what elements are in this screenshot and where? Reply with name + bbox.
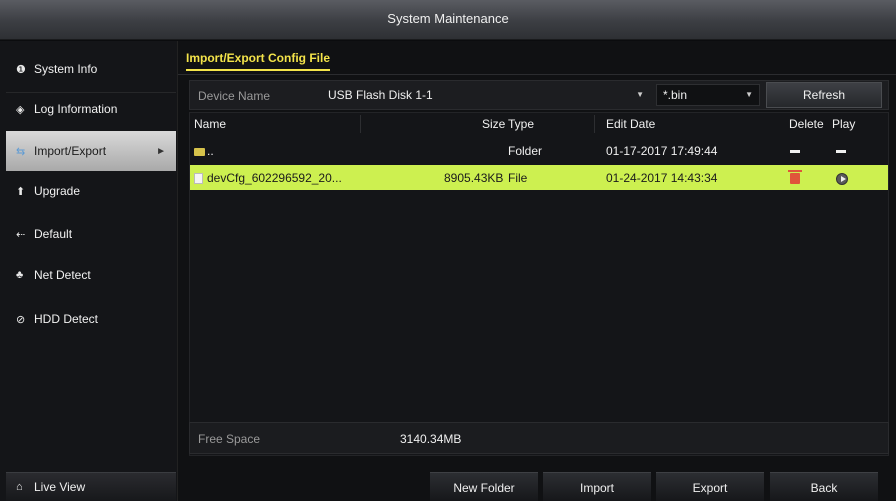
window-title: System Maintenance — [0, 0, 896, 40]
column-header-type[interactable]: Type — [508, 117, 534, 131]
table-row[interactable]: devCfg_602296592_20... 8905.43KB File 01… — [190, 165, 888, 190]
net-detect-icon: ♣ — [16, 269, 24, 281]
sidebar-item-label: HDD Detect — [34, 312, 99, 326]
delete-disabled-icon — [790, 144, 800, 158]
play-disabled-icon — [836, 144, 846, 158]
sidebar: ❶ System Info ◈ Log Information ⇆ Import… — [0, 41, 178, 501]
free-space-row: Free Space 3140.34MB — [189, 422, 889, 454]
trash-icon — [788, 170, 802, 185]
sidebar-item-label: Import/Export — [34, 144, 107, 158]
table-header: Name Size Type Edit Date Delete Play — [190, 113, 888, 135]
row-edit-date: 01-17-2017 17:49:44 — [606, 144, 718, 158]
device-name-label: Device Name — [198, 89, 271, 103]
play-icon — [836, 172, 848, 185]
file-type-value: *.bin — [663, 88, 688, 102]
device-select-value: USB Flash Disk 1-1 — [328, 88, 433, 102]
live-view-label: Live View — [34, 480, 86, 494]
divider — [178, 74, 896, 75]
file-icon — [194, 173, 203, 185]
folder-icon — [194, 147, 205, 156]
sidebar-item-label: Net Detect — [34, 268, 91, 282]
delete-button[interactable] — [788, 170, 802, 185]
free-space-value: 3140.34MB — [400, 432, 462, 446]
column-header-size[interactable]: Size — [482, 117, 505, 131]
column-header-name[interactable]: Name — [194, 117, 226, 131]
sidebar-item-label: Log Information — [34, 102, 118, 116]
table-row[interactable]: .. Folder 01-17-2017 17:49:44 — [190, 138, 888, 163]
live-view-button[interactable]: ⌂ Live View — [6, 472, 176, 501]
sidebar-item-label: Upgrade — [34, 184, 81, 198]
import-export-icon: ⇆ — [16, 145, 26, 158]
chevron-down-icon: ▼ — [636, 90, 644, 99]
tab-import-export-config[interactable]: Import/Export Config File — [186, 51, 330, 71]
chevron-down-icon: ▼ — [745, 90, 753, 99]
sidebar-item-label: System Info — [34, 62, 98, 76]
default-icon: ⇠ — [16, 228, 26, 241]
sidebar-item-upgrade[interactable]: ⬆ Upgrade — [6, 171, 176, 211]
sidebar-item-hdd-detect[interactable]: ⊘ HDD Detect — [6, 299, 176, 339]
home-icon: ⌂ — [16, 481, 23, 493]
hdd-detect-icon: ⊘ — [16, 313, 26, 326]
row-type: File — [508, 171, 528, 185]
file-table: Name Size Type Edit Date Delete Play .. … — [189, 112, 889, 456]
column-header-edit-date[interactable]: Edit Date — [606, 117, 655, 131]
import-button[interactable]: Import — [543, 472, 651, 501]
device-select[interactable]: USB Flash Disk 1-1 ▼ — [328, 84, 648, 106]
sidebar-item-system-info[interactable]: ❶ System Info — [6, 49, 176, 89]
device-row: Device Name USB Flash Disk 1-1 ▼ *.bin ▼… — [189, 80, 889, 110]
refresh-button[interactable]: Refresh — [766, 82, 882, 108]
divider — [360, 115, 361, 133]
log-icon: ◈ — [16, 103, 25, 116]
free-space-label: Free Space — [198, 432, 261, 446]
row-size: 8905.43KB — [444, 171, 504, 185]
divider — [594, 115, 595, 133]
column-header-play: Play — [832, 117, 856, 131]
main-panel: Import/Export Config File Device Name US… — [178, 41, 896, 501]
row-type: Folder — [508, 144, 543, 158]
info-icon: ❶ — [16, 63, 26, 76]
file-type-select[interactable]: *.bin ▼ — [656, 84, 760, 106]
new-folder-button[interactable]: New Folder — [430, 472, 538, 501]
back-button[interactable]: Back — [770, 472, 878, 501]
sidebar-item-log-information[interactable]: ◈ Log Information — [6, 89, 176, 129]
row-name: .. — [194, 144, 214, 158]
sidebar-item-import-export[interactable]: ⇆ Import/Export ► — [6, 131, 176, 171]
sidebar-item-default[interactable]: ⇠ Default — [6, 214, 176, 254]
sidebar-item-net-detect[interactable]: ♣ Net Detect — [6, 255, 176, 295]
row-name: devCfg_602296592_20... — [194, 171, 342, 185]
chevron-right-icon: ► — [156, 145, 166, 157]
upgrade-icon: ⬆ — [16, 185, 26, 198]
export-button[interactable]: Export — [656, 472, 764, 501]
row-edit-date: 01-24-2017 14:43:34 — [606, 171, 718, 185]
play-button[interactable] — [836, 171, 848, 185]
column-header-delete: Delete — [789, 117, 824, 131]
sidebar-item-label: Default — [34, 227, 73, 241]
